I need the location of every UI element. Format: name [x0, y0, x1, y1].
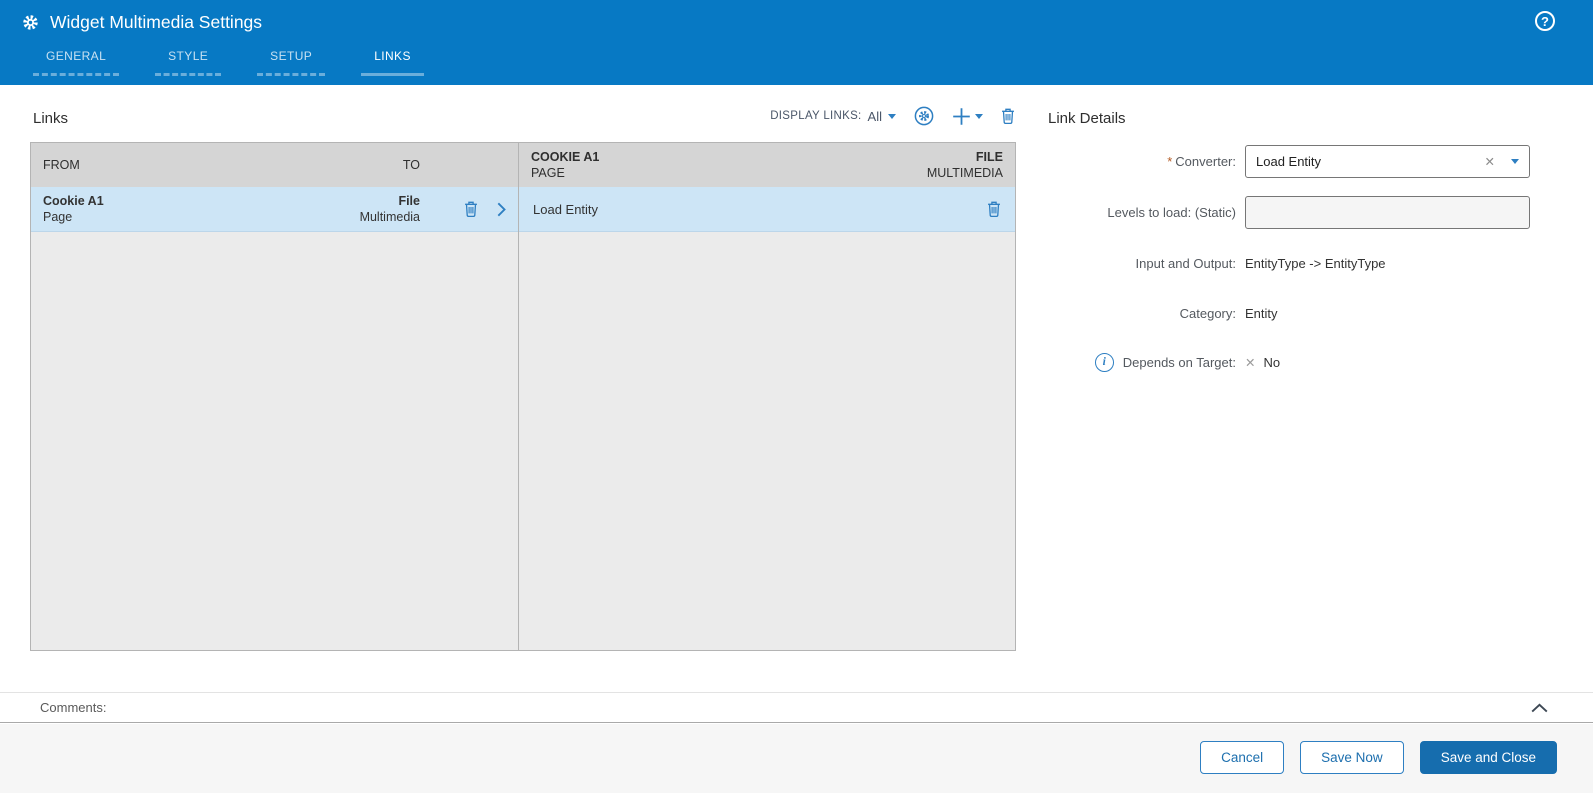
- widget-settings-dialog: Widget Multimedia Settings ? GENERAL STY…: [0, 0, 1593, 793]
- converters-header-from-name: COOKIE A1: [531, 150, 600, 164]
- dialog-header: Widget Multimedia Settings ? GENERAL STY…: [0, 0, 1593, 85]
- clear-icon[interactable]: ✕: [1485, 154, 1495, 169]
- converters-header-from-type: PAGE: [531, 166, 565, 180]
- display-links-value: All: [867, 108, 882, 124]
- links-toolbar: DISPLAY LINKS: All: [735, 102, 1015, 130]
- depends-value: No: [1263, 354, 1281, 370]
- link-row-actions: [420, 201, 506, 217]
- link-to-cell: File Multimedia: [232, 193, 420, 225]
- category-row: Category: Entity: [1048, 299, 1540, 327]
- help-icon[interactable]: ?: [1535, 11, 1555, 31]
- tab-setup[interactable]: SETUP: [257, 47, 326, 76]
- depends-label: Depends on Target:: [1122, 354, 1236, 370]
- info-glyph: i: [1102, 356, 1106, 368]
- cross-icon: ✕: [1245, 355, 1256, 370]
- title-row: Widget Multimedia Settings: [0, 0, 1593, 33]
- delete-link-row-button[interactable]: [464, 201, 478, 217]
- collapse-comments-button[interactable]: [1531, 703, 1548, 713]
- converter-label-text: Converter:: [1175, 154, 1236, 169]
- levels-to-load-input[interactable]: [1245, 196, 1530, 229]
- help-glyph: ?: [1541, 13, 1549, 29]
- trash-icon: [465, 201, 477, 217]
- dialog-footer: Cancel Save Now Save and Close: [0, 724, 1593, 793]
- converters-header-to-name: FILE: [975, 150, 1003, 164]
- comments-label: Comments:: [40, 700, 107, 715]
- converter-row-label: Load Entity: [533, 201, 599, 217]
- delete-converter-button[interactable]: [987, 201, 1001, 217]
- tab-bar: GENERAL STYLE SETUP LINKS: [33, 47, 460, 76]
- column-header-to: TO: [402, 158, 420, 172]
- converters-header-to: FILE MULTIMEDIA: [927, 149, 1003, 181]
- save-now-button[interactable]: Save Now: [1300, 741, 1404, 774]
- save-and-close-button[interactable]: Save and Close: [1419, 741, 1557, 774]
- cancel-button[interactable]: Cancel: [1200, 741, 1285, 774]
- chevron-down-icon[interactable]: [1511, 159, 1519, 164]
- delete-links-button[interactable]: [1001, 108, 1015, 124]
- tab-style[interactable]: STYLE: [155, 47, 222, 76]
- link-row[interactable]: Cookie A1 Page File Multimedia: [31, 187, 518, 232]
- link-settings-button[interactable]: [914, 106, 934, 126]
- converter-row[interactable]: Load Entity: [519, 187, 1015, 232]
- info-icon[interactable]: i: [1094, 352, 1114, 372]
- chevron-down-icon: [888, 113, 896, 119]
- converter-select-controls: ✕: [1485, 154, 1519, 169]
- converter-selected-value: Load Entity: [1256, 154, 1322, 169]
- required-marker: *: [1167, 154, 1173, 169]
- link-details-title: Link Details: [1048, 110, 1126, 127]
- links-table: FROM TO Cookie A1 Page File Multimedia C…: [30, 142, 1016, 651]
- gear-icon: [23, 15, 38, 30]
- chevron-down-icon: [975, 113, 983, 119]
- expand-link-row-button[interactable]: [497, 202, 506, 217]
- link-to-name: File: [398, 194, 420, 208]
- converters-header-to-type: MULTIMEDIA: [926, 166, 1003, 180]
- gear-circle-icon: [914, 106, 934, 126]
- converters-header-row: COOKIE A1 PAGE FILE MULTIMEDIA: [519, 143, 1015, 187]
- column-header-from: FROM: [43, 158, 80, 172]
- from-to-header-row: FROM TO: [31, 143, 518, 187]
- chevron-right-icon: [497, 202, 506, 216]
- depends-label-wrap: i Depends on Target:: [1048, 352, 1245, 372]
- levels-field-row: Levels to load: (Static): [1048, 196, 1540, 229]
- tab-links[interactable]: LINKS: [361, 47, 424, 76]
- links-converters-panel: COOKIE A1 PAGE FILE MULTIMEDIA Load Enti…: [519, 143, 1015, 650]
- category-value: Entity: [1245, 305, 1278, 321]
- chevron-up-icon: [1531, 703, 1548, 712]
- depends-on-target-row: i Depends on Target: ✕ No: [1048, 348, 1540, 376]
- link-from-cell: Cookie A1 Page: [43, 193, 232, 225]
- input-output-value: EntityType -> EntityType: [1245, 255, 1386, 271]
- link-from-name: Cookie A1: [43, 194, 104, 208]
- display-links-dropdown[interactable]: DISPLAY LINKS: All: [770, 109, 896, 124]
- trash-icon: [988, 201, 1000, 217]
- input-output-label: Input and Output:: [1135, 255, 1236, 271]
- trash-icon: [1002, 108, 1014, 124]
- comments-bar: Comments:: [0, 692, 1593, 723]
- depends-value-wrap: ✕ No: [1245, 355, 1280, 370]
- display-links-label: DISPLAY LINKS:: [770, 110, 862, 122]
- tab-general[interactable]: GENERAL: [33, 47, 120, 76]
- link-from-type: Page: [43, 210, 73, 224]
- link-to-type: Multimedia: [359, 210, 420, 224]
- plus-icon: [953, 107, 970, 125]
- converter-label: * Converter:: [1048, 154, 1245, 169]
- converter-select[interactable]: Load Entity ✕: [1245, 145, 1530, 178]
- links-section-title: Links: [33, 110, 69, 127]
- levels-label: Levels to load: (Static): [1107, 205, 1236, 220]
- dialog-title: Widget Multimedia Settings: [50, 12, 263, 32]
- category-label: Category:: [1179, 305, 1236, 321]
- input-output-row: Input and Output: EntityType -> EntityTy…: [1048, 249, 1540, 277]
- add-link-button[interactable]: [952, 107, 983, 126]
- converter-field-row: * Converter: Load Entity ✕: [1048, 145, 1540, 178]
- links-from-to-panel: FROM TO Cookie A1 Page File Multimedia: [31, 143, 519, 650]
- converters-header-from: COOKIE A1 PAGE: [531, 149, 599, 181]
